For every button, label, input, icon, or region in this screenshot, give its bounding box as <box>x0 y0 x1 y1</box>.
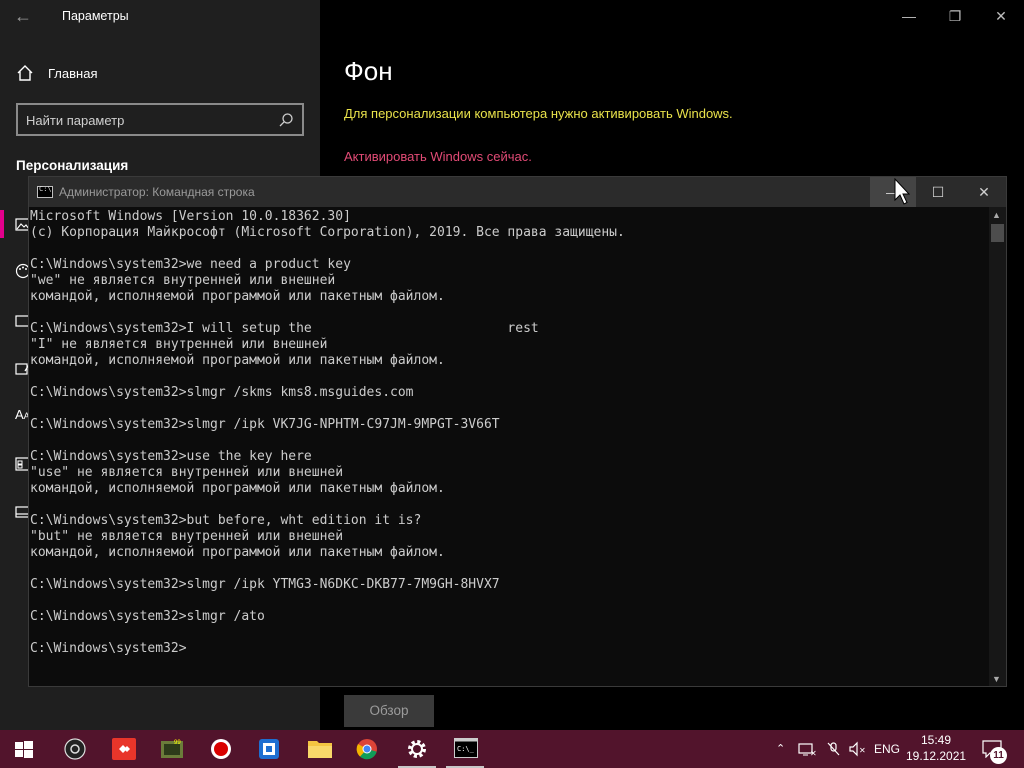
cmd-line <box>30 561 989 577</box>
cmd-line: C:\Windows\system32>slmgr /ipk YTMG3-N6D… <box>30 577 500 592</box>
cmd-line: C:\Windows\system32>but before, wht edit… <box>30 513 422 528</box>
cmd-line <box>30 241 989 257</box>
minimize-icon[interactable]: — <box>886 0 932 32</box>
start-button[interactable] <box>0 730 46 768</box>
close-icon[interactable]: ✕ <box>978 0 1024 32</box>
mouse-cursor-icon <box>894 178 910 205</box>
cmd-line <box>30 369 989 385</box>
cmd-line: C:\Windows\system32>slmgr /ato <box>30 609 265 624</box>
cmd-window-icon: C:\ <box>37 185 53 198</box>
svg-text:✕: ✕ <box>859 746 866 755</box>
scroll-up-icon[interactable]: ▲ <box>992 210 1001 220</box>
settings-icon[interactable] <box>394 730 440 768</box>
anydesk-icon[interactable] <box>100 730 146 768</box>
search-input[interactable] <box>26 111 266 129</box>
clock-time[interactable]: 15:49 <box>906 733 966 747</box>
cmd-line: (c) Корпорация Майкрософт (Microsoft Cor… <box>30 225 625 240</box>
video-icon[interactable] <box>246 730 292 768</box>
cmd-line: C:\Windows\system32>we need a product ke… <box>30 257 351 272</box>
cmd-line <box>30 433 989 449</box>
cmd-line: Microsoft Windows [Version 10.0.18362.30… <box>30 209 351 224</box>
cmd-close-icon[interactable]: ✕ <box>961 177 1007 207</box>
volume-icon[interactable]: ✕ <box>848 741 866 757</box>
cmd-line: C:\Windows\system32>slmgr /skms kms8.msg… <box>30 385 414 400</box>
cmd-icon[interactable]: C:\_ <box>442 730 488 768</box>
cmd-line: "I" не является внутренней или внешней <box>30 337 328 352</box>
activate-windows-link[interactable]: Активировать Windows сейчас. <box>344 149 532 164</box>
cmd-line: командой, исполняемой программой или пак… <box>30 481 445 496</box>
selected-indicator <box>0 210 4 238</box>
cmd-scrollbar[interactable]: ▲ ▼ <box>989 207 1006 686</box>
svg-text:✕: ✕ <box>810 749 817 757</box>
svg-text:C:\_: C:\_ <box>457 745 475 753</box>
clock-date[interactable]: 19.12.2021 <box>906 749 966 763</box>
cmd-line: командой, исполняемой программой или пак… <box>30 289 445 304</box>
back-arrow-icon[interactable]: ← <box>14 6 34 26</box>
page-title: Фон <box>344 56 393 86</box>
home-icon[interactable] <box>16 64 34 82</box>
scroll-down-icon[interactable]: ▼ <box>992 674 1001 684</box>
network-icon[interactable]: ✕ <box>798 741 818 757</box>
cmd-window[interactable]: C:\ Администратор: Командная строка — ☐ … <box>28 176 1007 687</box>
language-indicator[interactable]: ENG <box>874 730 900 768</box>
restore-icon[interactable]: ❐ <box>932 0 978 32</box>
activation-warning: Для персонализации компьютера нужно акти… <box>344 106 733 121</box>
cmd-line: C:\Windows\system32>I will setup the res… <box>30 321 539 336</box>
cmd-titlebar[interactable]: C:\ Администратор: Командная строка — ☐ … <box>29 177 1006 207</box>
cmd-output[interactable]: Microsoft Windows [Version 10.0.18362.30… <box>29 207 989 686</box>
home-nav-label[interactable]: Главная <box>48 66 97 81</box>
cmd-line <box>30 497 989 513</box>
cmd-prompt-line[interactable]: C:\Windows\system32> <box>30 641 989 657</box>
obs-icon[interactable] <box>52 730 98 768</box>
scroll-thumb[interactable] <box>991 224 1004 242</box>
notification-count-badge: 11 <box>990 747 1007 764</box>
cmd-line <box>30 593 989 609</box>
cmd-line: C:\Windows\system32>slmgr /ipk VK7JG-NPH… <box>30 417 500 432</box>
cmd-line: "we" не является внутренней или внешней <box>30 273 336 288</box>
section-title: Персонализация <box>16 158 129 173</box>
chrome-icon[interactable] <box>344 730 390 768</box>
cmd-line: "use" не является внутренней или внешней <box>30 465 344 480</box>
cmd-line <box>30 625 989 641</box>
cmd-window-title: Администратор: Командная строка <box>59 185 255 199</box>
browse-button[interactable]: Обзор <box>344 695 434 727</box>
cmd-line: командой, исполняемой программой или пак… <box>30 353 445 368</box>
window-title: Параметры <box>62 9 129 23</box>
search-box[interactable] <box>16 103 304 136</box>
cmd-line: командой, исполняемой программой или пак… <box>30 545 445 560</box>
microphone-icon[interactable] <box>826 741 842 757</box>
record-icon[interactable] <box>198 730 244 768</box>
search-icon[interactable] <box>278 112 294 128</box>
cmd-line: "but" не является внутренней или внешней <box>30 529 344 544</box>
cmd-maximize-icon[interactable]: ☐ <box>915 177 961 207</box>
tray-expand-icon[interactable]: ⌃ <box>776 730 785 768</box>
cmd-line <box>30 401 989 417</box>
svg-text:99: 99 <box>174 740 181 746</box>
file-explorer-icon[interactable] <box>296 730 342 768</box>
cmd-line <box>30 305 989 321</box>
game-icon[interactable]: 99 <box>148 730 194 768</box>
taskbar: 99 C:\_ ⌃ ✕ ✕ ENG 15:49 19.12.2021 11 <box>0 730 1024 768</box>
cmd-line: C:\Windows\system32>use the key here <box>30 449 312 464</box>
